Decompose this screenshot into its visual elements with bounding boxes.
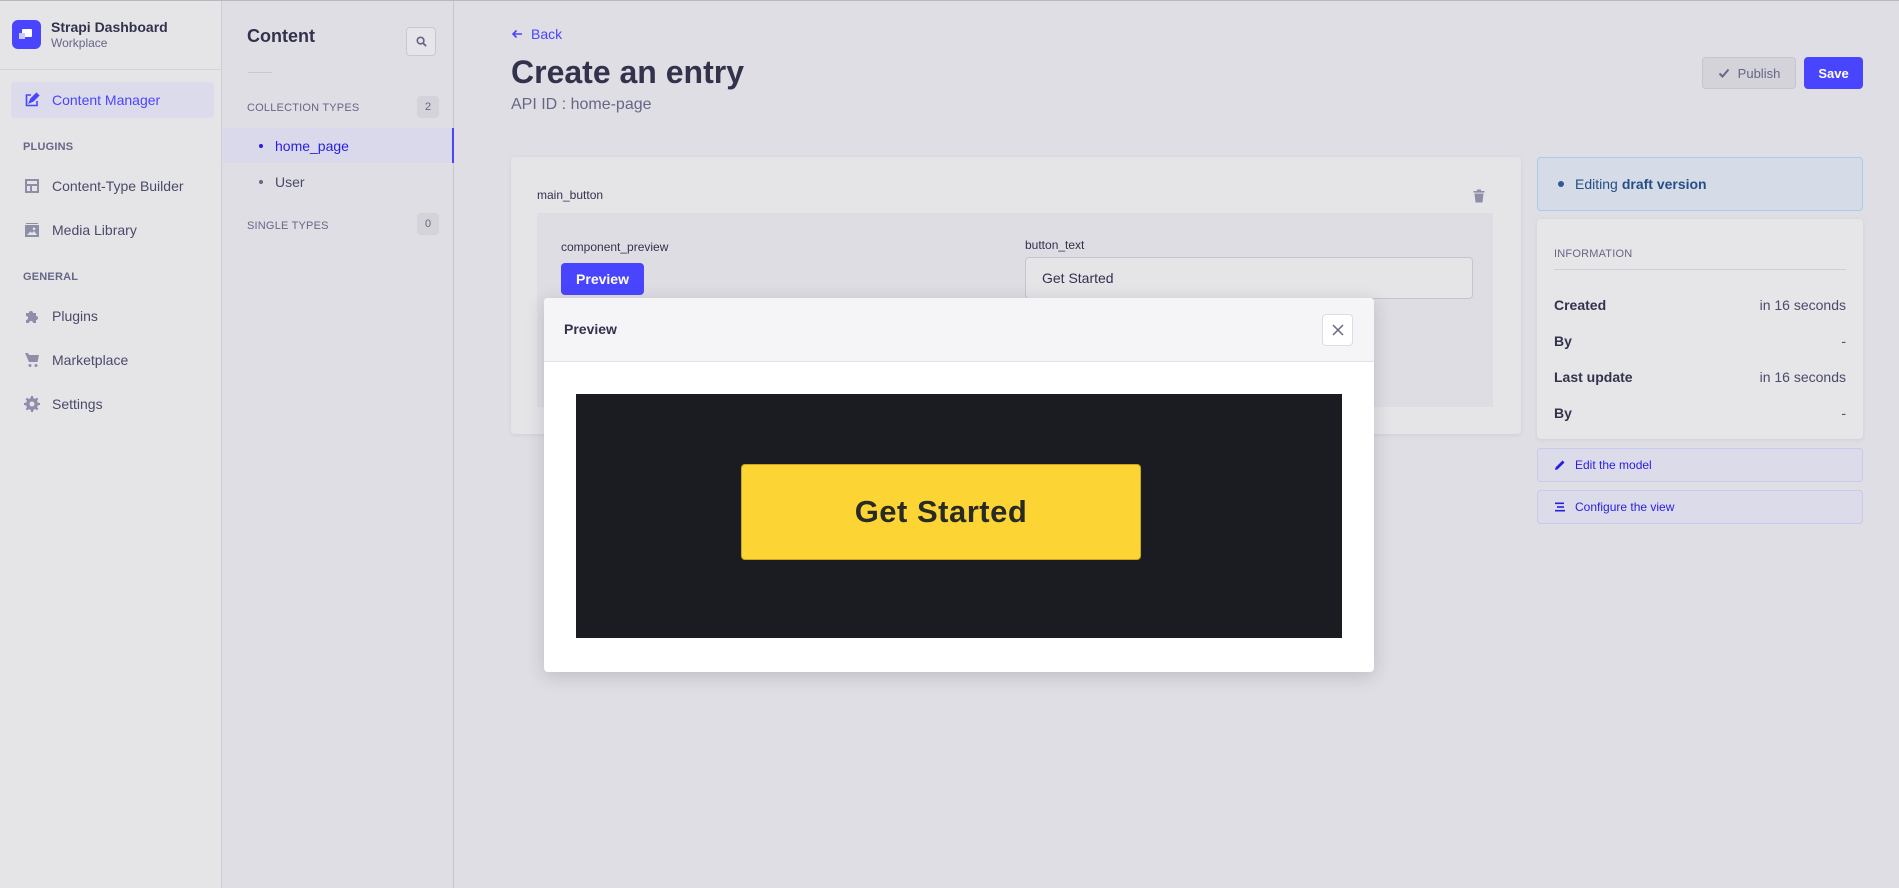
- brand-subtitle: Workplace: [51, 35, 108, 50]
- pencil-icon: [1555, 460, 1565, 470]
- brand: Strapi Dashboard Workplace: [0, 0, 221, 70]
- page-title: Create an entry: [511, 54, 744, 90]
- publish-label: Publish: [1737, 65, 1781, 81]
- info-row-updated-by: By -: [1554, 405, 1846, 421]
- subnav-item-label: User: [275, 173, 305, 190]
- close-icon: [1331, 324, 1344, 336]
- nav-item-settings[interactable]: Settings: [23, 394, 103, 414]
- nav-item-label: Plugins: [52, 308, 98, 324]
- collection-types-label: COLLECTION TYPES: [247, 102, 360, 114]
- back-link[interactable]: Back: [511, 26, 562, 42]
- preview-modal: Preview Get Started: [544, 298, 1374, 672]
- list-settings-icon: [1555, 502, 1565, 512]
- info-row-last-update: Last update in 16 seconds: [1554, 369, 1846, 385]
- nav-item-label: Content Manager: [52, 92, 161, 108]
- arrow-left-icon: [511, 29, 522, 39]
- nav-item-content-manager[interactable]: Content Manager: [11, 82, 214, 118]
- strapi-logo-icon: [12, 20, 41, 49]
- nav-item-plugins[interactable]: Plugins: [23, 306, 98, 326]
- trash-icon[interactable]: [1473, 189, 1485, 203]
- configure-view-label: Configure the view: [1575, 500, 1675, 514]
- search-icon: [415, 36, 427, 47]
- gear-icon: [23, 396, 40, 413]
- edit-model-label: Edit the model: [1575, 458, 1652, 472]
- modal-title: Preview: [564, 321, 617, 337]
- info-row-created: Created in 16 seconds: [1554, 297, 1846, 313]
- information-title: INFORMATION: [1554, 248, 1633, 260]
- information-divider: [1554, 269, 1846, 270]
- main-nav: Strapi Dashboard Workplace Content Manag…: [0, 0, 222, 888]
- layout-icon: [23, 178, 40, 195]
- bullet-icon: [259, 179, 263, 184]
- modal-close-button[interactable]: [1322, 314, 1353, 346]
- subnav-item-home-page[interactable]: home_page: [223, 128, 454, 163]
- button-text-input[interactable]: Get Started: [1025, 257, 1473, 299]
- info-key: Last update: [1554, 369, 1633, 385]
- draft-prefix: Editing: [1575, 176, 1618, 192]
- window-top-border: [0, 0, 1899, 1]
- feather-pen-icon: [23, 92, 40, 109]
- info-value: in 16 seconds: [1759, 369, 1846, 385]
- nav-item-media-library[interactable]: Media Library: [23, 220, 137, 240]
- check-icon: [1718, 68, 1729, 78]
- draft-status-box: Editing draft version: [1537, 157, 1863, 211]
- info-row-created-by: By -: [1554, 333, 1846, 349]
- preview-button[interactable]: Preview: [561, 263, 644, 295]
- bullet-icon: [259, 143, 263, 148]
- save-button[interactable]: Save: [1804, 57, 1863, 89]
- nav-item-label: Marketplace: [52, 352, 129, 368]
- info-value: -: [1841, 405, 1846, 421]
- subnav-title: Content: [247, 26, 315, 46]
- content-subnav: Content COLLECTION TYPES 2 home_page Use…: [223, 0, 454, 888]
- status-dot-icon: [1558, 181, 1564, 187]
- button-text-label: button_text: [1025, 238, 1085, 252]
- subnav-item-label: home_page: [275, 137, 349, 154]
- api-id: API ID : home-page: [511, 96, 652, 113]
- single-types-label: SINGLE TYPES: [247, 220, 329, 232]
- modal-header: Preview: [544, 298, 1374, 362]
- nav-item-label: Content-Type Builder: [52, 178, 184, 194]
- image-icon: [23, 222, 40, 239]
- cart-icon: [23, 352, 40, 369]
- info-key: By: [1554, 405, 1572, 421]
- nav-item-label: Settings: [52, 396, 103, 412]
- info-key: Created: [1554, 297, 1607, 313]
- subnav-divider: [248, 72, 272, 73]
- subnav-search-button[interactable]: [406, 27, 436, 56]
- nav-section-general: GENERAL: [23, 271, 79, 283]
- back-label: Back: [531, 26, 563, 42]
- preview-get-started-button: Get Started: [741, 464, 1141, 560]
- information-card: INFORMATION Created in 16 seconds By - L…: [1537, 219, 1863, 439]
- draft-version-label: draft version: [1621, 176, 1707, 192]
- brand-title: Strapi Dashboard: [51, 18, 168, 35]
- info-value: -: [1841, 333, 1846, 349]
- puzzle-icon: [23, 308, 40, 325]
- info-key: By: [1554, 333, 1572, 349]
- edit-model-button[interactable]: Edit the model: [1537, 448, 1863, 482]
- configure-view-button[interactable]: Configure the view: [1537, 490, 1863, 524]
- component-preview-label: component_preview: [561, 240, 669, 254]
- info-value: in 16 seconds: [1759, 297, 1846, 313]
- single-types-count: 0: [417, 213, 439, 235]
- nav-item-label: Media Library: [52, 222, 137, 238]
- nav-item-marketplace[interactable]: Marketplace: [23, 350, 128, 370]
- component-label: main_button: [537, 188, 604, 202]
- component-preview-image: Get Started: [576, 394, 1342, 638]
- subnav-item-user[interactable]: User: [223, 164, 454, 199]
- nav-section-plugins: PLUGINS: [23, 141, 74, 153]
- nav-item-content-type-builder[interactable]: Content-Type Builder: [23, 176, 184, 196]
- collection-types-count: 2: [417, 96, 439, 118]
- publish-button[interactable]: Publish: [1702, 57, 1796, 89]
